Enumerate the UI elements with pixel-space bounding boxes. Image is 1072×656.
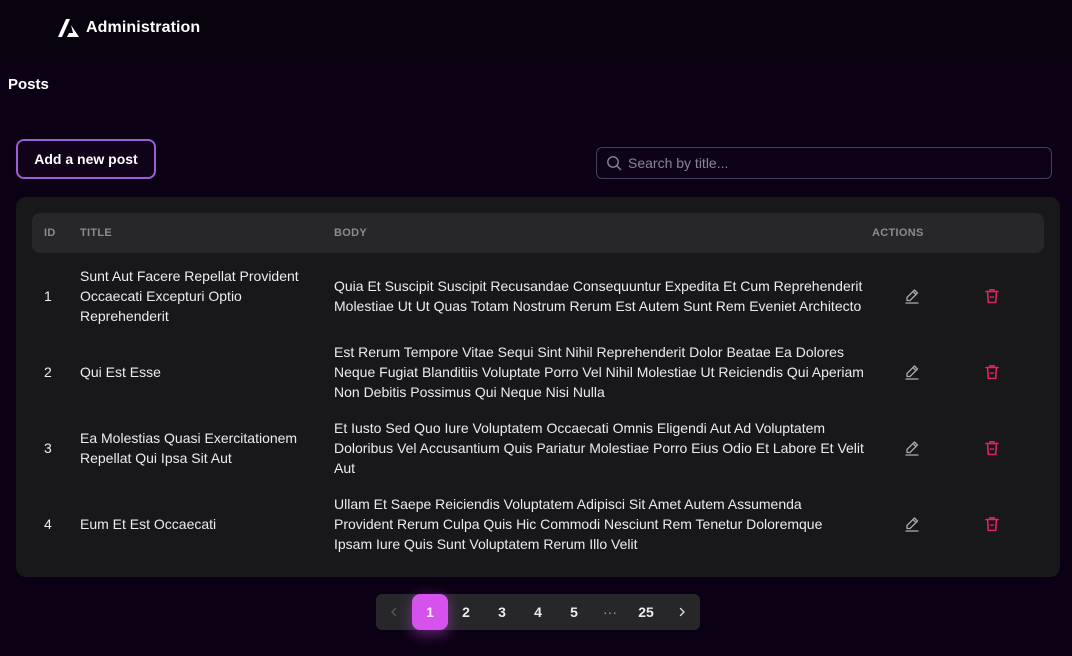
pagination: 1 2 3 4 5 ··· 25 <box>376 594 700 630</box>
page-button-1[interactable]: 1 <box>412 594 448 630</box>
delete-button[interactable] <box>982 286 1002 306</box>
edit-button[interactable] <box>902 514 922 534</box>
edit-button[interactable] <box>902 286 922 306</box>
column-header-body: BODY <box>334 227 367 239</box>
search-icon <box>607 156 622 171</box>
column-header-title: TITLE <box>80 227 113 239</box>
edit-button[interactable] <box>902 362 922 382</box>
prev-page-button[interactable] <box>376 594 412 630</box>
page-button-2[interactable]: 2 <box>448 594 484 630</box>
column-header-id: ID <box>44 227 56 239</box>
app-title: Administration <box>86 19 201 36</box>
next-page-button[interactable] <box>664 594 700 630</box>
post-body: Est Rerum Tempore Vitae Sequi Sint Nihil… <box>334 344 864 400</box>
post-title: Qui Est Esse <box>80 364 161 380</box>
post-body: Quia Et Suscipit Suscipit Recusandae Con… <box>334 278 863 314</box>
delete-button[interactable] <box>982 514 1002 534</box>
search-box[interactable] <box>596 147 1052 179</box>
search-input[interactable] <box>628 155 1048 171</box>
edit-button[interactable] <box>902 438 922 458</box>
pencil-icon <box>905 289 919 304</box>
pencil-icon <box>905 365 919 380</box>
trash-icon <box>985 517 999 532</box>
pencil-icon <box>905 441 919 456</box>
post-title: Eum Et Est Occaecati <box>80 516 217 532</box>
page-title: Posts <box>8 76 49 93</box>
trash-icon <box>985 365 999 380</box>
trash-icon <box>985 289 999 304</box>
add-post-button[interactable]: Add a new post <box>16 139 156 179</box>
post-body: Et Iusto Sed Quo Iure Voluptatem Occaeca… <box>334 420 864 476</box>
triangle-logo-icon <box>58 19 79 37</box>
post-id: 3 <box>44 440 52 456</box>
delete-button[interactable] <box>982 438 1002 458</box>
page-button-5[interactable]: 5 <box>556 594 592 630</box>
table-row: 1 Sunt Aut Facere Repellat Provident Occ… <box>32 258 1044 334</box>
table-row: 4 Eum Et Est Occaecati Ullam Et Saepe Re… <box>32 486 1044 562</box>
post-id: 1 <box>44 288 52 304</box>
page-button-4[interactable]: 4 <box>520 594 556 630</box>
brand[interactable]: Administration <box>58 18 200 38</box>
post-title: Sunt Aut Facere Repellat Provident Occae… <box>80 268 299 324</box>
post-title: Ea Molestias Quasi Exercitationem Repell… <box>80 430 298 466</box>
table-row: 3 Ea Molestias Quasi Exercitationem Repe… <box>32 410 1044 486</box>
trash-icon <box>985 441 999 456</box>
top-navbar: Administration <box>0 0 1072 62</box>
page-button-last[interactable]: 25 <box>628 594 664 630</box>
chevron-left-icon <box>391 607 397 617</box>
pencil-icon <box>905 517 919 532</box>
table-row: 2 Qui Est Esse Est Rerum Tempore Vitae S… <box>32 334 1044 410</box>
page-button-3[interactable]: 3 <box>484 594 520 630</box>
delete-button[interactable] <box>982 362 1002 382</box>
post-body: Ullam Et Saepe Reiciendis Voluptatem Adi… <box>334 496 823 552</box>
chevron-right-icon <box>679 607 685 617</box>
pagination-ellipsis: ··· <box>603 604 617 620</box>
table-header: ID TITLE BODY ACTIONS <box>32 213 1044 253</box>
post-id: 4 <box>44 516 52 532</box>
posts-table: ID TITLE BODY ACTIONS 1 Sunt Aut Facere … <box>16 197 1060 577</box>
column-header-actions: ACTIONS <box>872 227 924 239</box>
post-id: 2 <box>44 364 52 380</box>
